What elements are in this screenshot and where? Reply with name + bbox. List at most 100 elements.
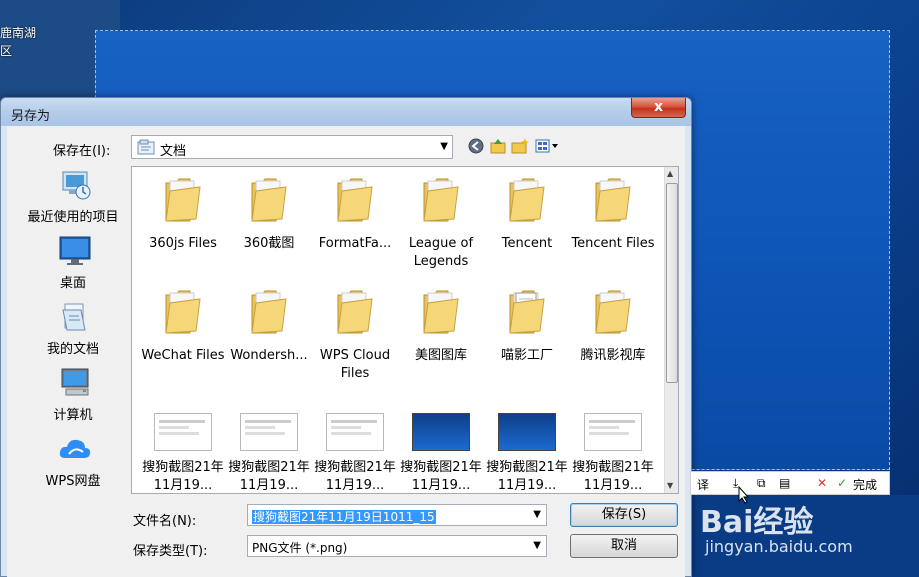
translate-button[interactable]: 译 — [697, 476, 709, 493]
filetype-value: PNG文件 (*.png) — [252, 541, 348, 555]
recent-items-icon — [62, 171, 91, 200]
file-list[interactable]: 360js Files 360截图 FormatFa... League of Leg… — [131, 166, 679, 494]
wps-cloud-icon — [59, 439, 91, 458]
item-name: League of Legends — [408, 236, 474, 269]
folder-item[interactable]: League of Legends — [398, 167, 484, 279]
item-name: Wondersh... — [230, 348, 308, 363]
share-icon[interactable]: ⧉ — [757, 476, 766, 491]
dialog-titlebar[interactable]: 另存为 x — [1, 98, 691, 126]
file-item[interactable]: 搜狗截图21年11月19... — [484, 391, 570, 493]
save-in-combo[interactable]: 文档 ▼ — [131, 135, 453, 159]
save-in-label: 保存在(I): — [53, 144, 111, 159]
folder-item[interactable]: Tencent — [484, 167, 570, 279]
place-label: 最近使用的项目 — [27, 210, 119, 225]
item-name: 搜狗截图21年11月19... — [228, 460, 310, 493]
folder-item[interactable]: 腾讯影视库 — [570, 279, 656, 391]
image-thumbnail — [584, 413, 642, 451]
watermark-brand: Bai经验 — [700, 505, 814, 540]
file-item[interactable]: 搜狗截图21年11月19... — [140, 391, 226, 493]
filename-label: 文件名(N): — [133, 514, 197, 529]
item-name: 腾讯影视库 — [580, 348, 646, 363]
cancel-icon[interactable]: ✕ — [817, 476, 827, 490]
ocr-icon[interactable]: ▤ — [779, 476, 790, 490]
place-label: 桌面 — [59, 276, 86, 291]
folder-icon — [337, 178, 373, 222]
image-thumbnail — [154, 413, 212, 451]
place-label: 计算机 — [53, 408, 93, 423]
item-name: 360js Files — [149, 236, 217, 251]
place-label: WPS网盘 — [45, 474, 101, 489]
chevron-down-icon[interactable]: ▼ — [533, 509, 541, 520]
scroll-up-icon[interactable]: ▲ — [667, 169, 673, 178]
folder-icon — [165, 178, 201, 222]
image-thumbnail — [240, 413, 298, 451]
item-name: 搜狗截图21年11月19... — [314, 460, 396, 493]
filetype-select[interactable]: PNG文件 (*.png) ▼ — [247, 535, 547, 557]
folder-icon — [423, 290, 459, 334]
scroll-down-icon[interactable]: ▼ — [667, 481, 673, 490]
folder-icon — [165, 290, 201, 334]
folder-item[interactable]: WeChat Files — [140, 279, 226, 391]
item-name: 搜狗截图21年11月19... — [572, 460, 654, 493]
folder-item[interactable]: Wondersh... — [226, 279, 312, 391]
folder-item[interactable]: 360截图 — [226, 167, 312, 279]
folder-item[interactable]: 美图图库 — [398, 279, 484, 391]
folder-icon — [251, 178, 287, 222]
folder-icon — [337, 290, 373, 334]
view-menu-icon[interactable] — [535, 137, 561, 155]
image-thumbnail — [412, 413, 470, 451]
file-item[interactable]: 搜狗截图21年11月19... — [312, 391, 398, 493]
place-computer[interactable]: 计算机 — [17, 364, 129, 430]
item-name: 美图图库 — [414, 348, 467, 363]
file-item[interactable]: 搜狗截图21年11月19... — [226, 391, 312, 493]
filename-input[interactable]: 搜狗截图21年11月19日1011_15 ▼ — [247, 504, 547, 526]
item-name: FormatFa... — [318, 236, 392, 251]
folder-icon — [423, 178, 459, 222]
filename-value: 搜狗截图21年11月19日1011_15 — [252, 510, 436, 524]
folder-icon — [509, 178, 545, 222]
folder-item[interactable]: Tencent Files — [570, 167, 656, 279]
item-name: WeChat Files — [141, 348, 225, 363]
place-label: 我的文档 — [46, 342, 99, 357]
item-name: 搜狗截图21年11月19... — [142, 460, 224, 493]
item-name: 搜狗截图21年11月19... — [486, 460, 568, 493]
folder-icon — [509, 290, 545, 334]
chevron-down-icon[interactable]: ▼ — [440, 141, 448, 152]
done-button[interactable]: 完成 — [853, 476, 877, 493]
back-icon[interactable] — [467, 137, 485, 155]
folder-icon — [595, 290, 631, 334]
desktop-icon — [59, 236, 91, 265]
vertical-scrollbar[interactable]: ▲ ▼ — [664, 167, 678, 493]
item-name: WPS Cloud Files — [319, 348, 391, 381]
dialog-title: 另存为 — [11, 109, 51, 124]
item-name: Tencent — [501, 236, 553, 251]
my-documents-icon — [62, 303, 86, 331]
folder-icon — [251, 290, 287, 334]
folder-item[interactable]: 360js Files — [140, 167, 226, 279]
place-desktop[interactable]: 桌面 — [17, 232, 129, 298]
item-name: 360截图 — [243, 236, 295, 251]
folder-item[interactable]: FormatFa... — [312, 167, 398, 279]
folder-item[interactable]: 喵影工厂 — [484, 279, 570, 391]
place-my-documents[interactable]: 我的文档 — [17, 298, 129, 364]
cancel-button[interactable]: 取消 — [570, 534, 678, 558]
up-folder-icon[interactable] — [489, 137, 507, 155]
place-recent-items[interactable]: 最近使用的项目 — [17, 166, 129, 232]
folder-item[interactable]: WPS Cloud Files — [312, 279, 398, 391]
file-item[interactable]: 搜狗截图21年11月19... — [570, 391, 656, 493]
places-bar: 最近使用的项目 桌面 我的文档 计算机 WPS网盘 — [17, 166, 129, 526]
filetype-label: 保存类型(T): — [133, 544, 208, 559]
save-as-dialog: 另存为 x 保存在(I): 文档 ▼ 最近使用的项目 桌面 我的文档 计算机 W… — [0, 97, 692, 577]
place-wps-cloud[interactable]: WPS网盘 — [17, 430, 129, 496]
save-button[interactable]: 保存(S) — [570, 503, 678, 527]
documents-folder-icon — [137, 139, 155, 155]
close-button[interactable]: x — [631, 98, 686, 118]
file-item[interactable]: 搜狗截图21年11月19... — [398, 391, 484, 493]
new-folder-icon[interactable] — [511, 137, 529, 155]
desktop-label-line1: 鹿南湖 — [0, 26, 37, 40]
chevron-down-icon[interactable]: ▼ — [533, 540, 541, 551]
scrollbar-thumb[interactable] — [666, 183, 678, 383]
check-icon[interactable]: ✓ — [837, 476, 847, 490]
desktop-label-line2: 区 — [0, 44, 13, 58]
dialog-body: 保存在(I): 文档 ▼ 最近使用的项目 桌面 我的文档 计算机 WPS网盘 3… — [7, 126, 685, 577]
